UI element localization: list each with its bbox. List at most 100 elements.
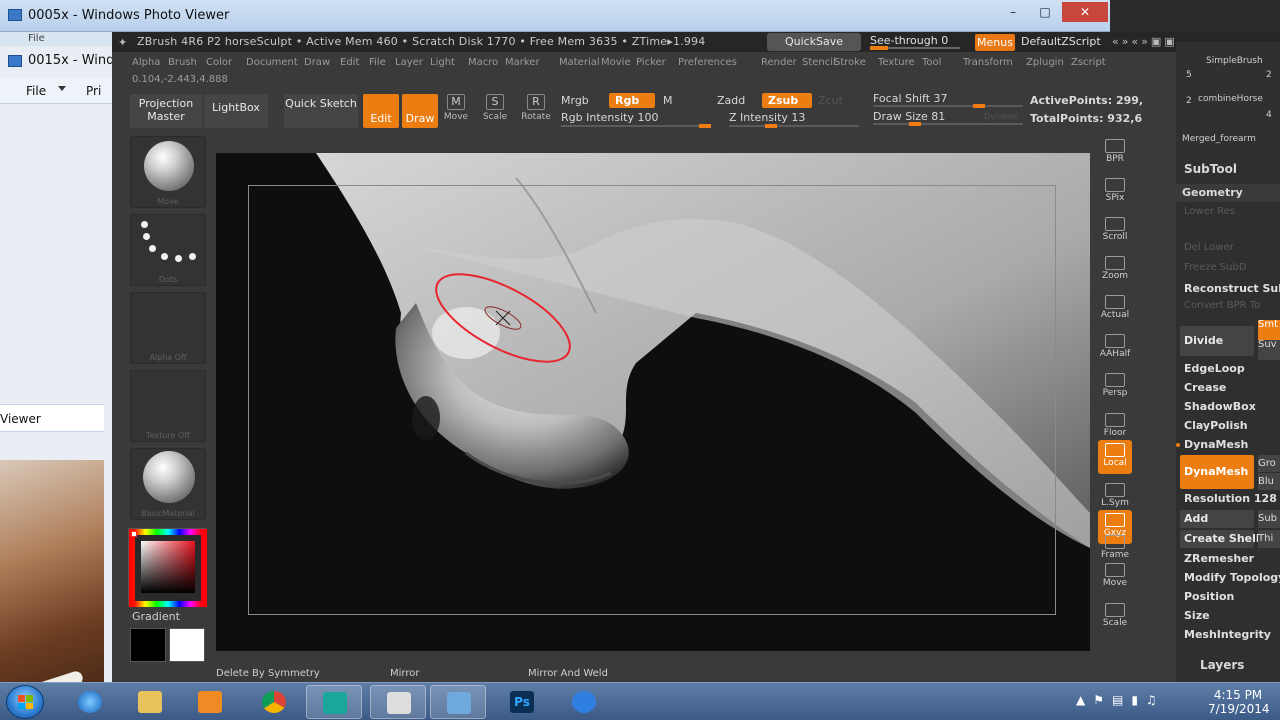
- rgb-button[interactable]: Rgb: [609, 93, 655, 108]
- mirror-and-weld-button[interactable]: Mirror And Weld: [528, 668, 608, 679]
- lightbox-button[interactable]: LightBox: [204, 94, 268, 128]
- second-photo-viewer-window[interactable]: File 0015x - Windo File Pri Viewer: [0, 32, 122, 720]
- mrgb-button[interactable]: Mrgb: [561, 94, 589, 107]
- geometry-header[interactable]: Geometry: [1176, 184, 1280, 202]
- divide-button[interactable]: Divide: [1180, 326, 1254, 356]
- freeze-subd-button[interactable]: Freeze SubD: [1184, 262, 1247, 273]
- rgb-intensity-track[interactable]: [561, 124, 711, 128]
- menu-item[interactable]: Stencil: [802, 57, 836, 68]
- menu-item[interactable]: Transform: [963, 57, 1013, 68]
- see-through-slider[interactable]: [870, 46, 960, 50]
- default-zscript-button[interactable]: DefaultZScript: [1021, 35, 1101, 48]
- menu-item[interactable]: Zscript: [1071, 57, 1106, 68]
- clock[interactable]: 4:15 PM 7/19/2014: [1208, 688, 1270, 716]
- lower-res-button[interactable]: Lower Res: [1184, 206, 1235, 217]
- color-picker[interactable]: [128, 528, 207, 607]
- right-tool-button[interactable]: Scale: [1098, 600, 1132, 634]
- right-tool-button[interactable]: Local: [1098, 440, 1132, 474]
- maximize-button[interactable]: □: [1030, 2, 1060, 22]
- document-canvas[interactable]: [216, 153, 1090, 651]
- right-tool-button[interactable]: Scroll: [1098, 214, 1132, 248]
- close-button[interactable]: ✕: [1062, 2, 1108, 22]
- saturation-square[interactable]: [141, 541, 195, 593]
- menu-item[interactable]: Picker: [636, 57, 666, 68]
- resolution-slider[interactable]: Resolution 128: [1184, 492, 1277, 505]
- menu-item[interactable]: File: [369, 57, 386, 68]
- menu-item[interactable]: Macro: [468, 57, 498, 68]
- main-color-swatch[interactable]: [130, 628, 166, 662]
- layers-header[interactable]: Layers: [1200, 658, 1244, 672]
- suv-toggle[interactable]: Suv: [1258, 340, 1280, 360]
- delete-by-symmetry-button[interactable]: Delete By Symmetry: [216, 668, 320, 679]
- brush-slot[interactable]: Move: [130, 136, 206, 208]
- menu-item[interactable]: Draw: [304, 57, 330, 68]
- photo-viewer-taskbar-button[interactable]: [430, 685, 486, 719]
- rotate-mode-button[interactable]: R Rotate: [517, 94, 555, 130]
- zbrush-taskbar-button[interactable]: [370, 685, 426, 719]
- menu-item[interactable]: Document: [246, 57, 298, 68]
- meshintegrity-header[interactable]: MeshIntegrity: [1184, 628, 1271, 641]
- focal-shift-slider[interactable]: Focal Shift 37: [873, 92, 948, 105]
- size-header[interactable]: Size: [1184, 609, 1210, 622]
- photo-viewer-titlebar[interactable]: 0005x - Windows Photo Viewer – □ ✕: [0, 0, 1110, 32]
- edit-button[interactable]: Edit: [363, 94, 399, 128]
- chrome-taskbar-button[interactable]: [246, 685, 302, 719]
- menu-item[interactable]: Light: [430, 57, 455, 68]
- create-shell-button[interactable]: Create Shell: [1180, 530, 1260, 548]
- right-tool-button[interactable]: BPR: [1098, 136, 1132, 170]
- menu-item[interactable]: Render: [761, 57, 797, 68]
- zsub-button[interactable]: Zsub: [762, 93, 812, 108]
- right-tool-button[interactable]: AAHalf: [1098, 331, 1132, 365]
- projection-master-button[interactable]: Projection Master: [130, 94, 202, 128]
- material-slot[interactable]: BasicMaterial: [130, 448, 206, 520]
- quicksave-button[interactable]: QuickSave: [767, 33, 861, 51]
- right-tool-button[interactable]: Zoom: [1098, 253, 1132, 287]
- menu-item[interactable]: Layer: [395, 57, 423, 68]
- reconstruct-subdiv-button[interactable]: Reconstruct Sub: [1184, 282, 1280, 295]
- blur-slider[interactable]: Blu: [1258, 473, 1280, 490]
- tray-icons[interactable]: ▲⚑▤▮♫: [1076, 693, 1165, 707]
- m-button[interactable]: M: [663, 94, 673, 107]
- right-tool-button[interactable]: Floor: [1098, 410, 1132, 444]
- menu-item[interactable]: Zplugin: [1026, 57, 1064, 68]
- dynamesh-header[interactable]: DynaMesh: [1184, 438, 1248, 451]
- right-tool-button[interactable]: L.Sym: [1098, 480, 1132, 514]
- menu-item[interactable]: Color: [206, 57, 232, 68]
- texture-slot[interactable]: Texture Off: [130, 370, 206, 442]
- subtool-header[interactable]: SubTool: [1184, 162, 1237, 176]
- modify-topology-header[interactable]: Modify Topology: [1184, 571, 1280, 584]
- explorer-taskbar-button[interactable]: [122, 685, 178, 719]
- menu-item[interactable]: Tool: [922, 57, 941, 68]
- z-intensity-track[interactable]: [729, 124, 859, 128]
- photoshop-taskbar-button[interactable]: Ps: [494, 685, 550, 719]
- convert-bpr-button[interactable]: Convert BPR To: [1184, 300, 1260, 311]
- thickness-slider[interactable]: Thi: [1258, 530, 1280, 548]
- maya-taskbar-button[interactable]: [306, 685, 362, 719]
- viewer-tab[interactable]: Viewer: [0, 404, 104, 432]
- quick-sketch-button[interactable]: Quick Sketch: [284, 94, 358, 128]
- move-mode-button[interactable]: M Move: [437, 94, 475, 130]
- mirror-button[interactable]: Mirror: [390, 668, 419, 679]
- menu-item[interactable]: Movie: [601, 57, 631, 68]
- secondary-color-swatch[interactable]: [169, 628, 205, 662]
- menus-button[interactable]: Menus: [975, 34, 1015, 51]
- draw-button[interactable]: Draw: [402, 94, 438, 128]
- layout-controls[interactable]: «»«»▣▣: [1112, 35, 1178, 48]
- alpha-slot[interactable]: Alpha Off: [130, 292, 206, 364]
- edgeloop-header[interactable]: EdgeLoop: [1184, 362, 1245, 375]
- zadd-button[interactable]: Zadd: [717, 94, 745, 107]
- print-menu[interactable]: Pri: [86, 84, 101, 98]
- shadowbox-header[interactable]: ShadowBox: [1184, 400, 1256, 413]
- media-player-taskbar-button[interactable]: [182, 685, 238, 719]
- dynamesh-button[interactable]: DynaMesh: [1180, 455, 1254, 489]
- draw-size-track[interactable]: [873, 122, 1023, 126]
- menu-item[interactable]: Brush: [168, 57, 197, 68]
- subtool-thumbnails[interactable]: SimpleBrush 5 2 2 combineHorse 4 Merged_…: [1176, 42, 1280, 154]
- zcut-button[interactable]: Zcut: [818, 94, 843, 107]
- smt-toggle[interactable]: Smt: [1258, 320, 1280, 340]
- menu-item[interactable]: Marker: [505, 57, 540, 68]
- sub-button[interactable]: Sub: [1258, 510, 1280, 528]
- file-menu[interactable]: File: [26, 84, 46, 98]
- position-header[interactable]: Position: [1184, 590, 1234, 603]
- groups-toggle[interactable]: Gro: [1258, 455, 1280, 472]
